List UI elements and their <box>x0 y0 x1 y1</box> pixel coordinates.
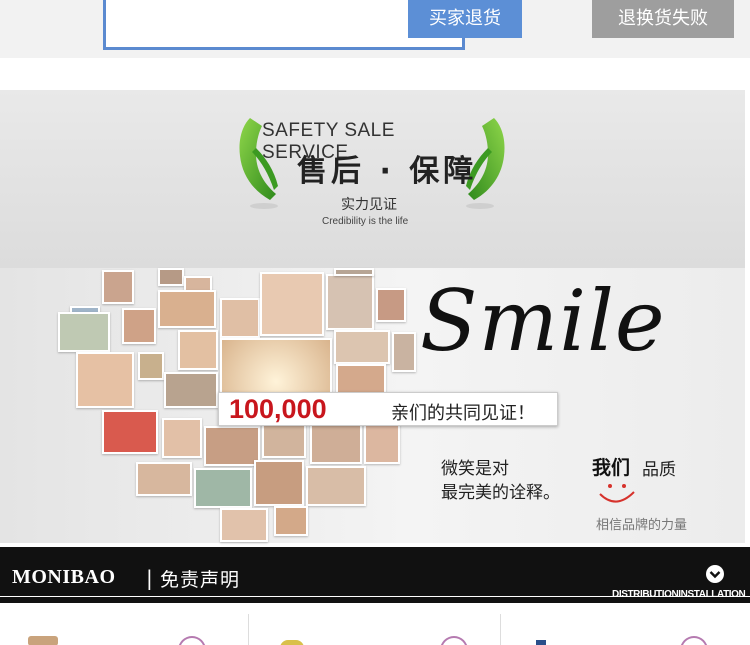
customer-photo <box>194 468 252 508</box>
badge-icon <box>178 636 206 645</box>
service-subtitle-cn: 实力见证 <box>341 197 397 213</box>
customer-photo <box>326 274 374 330</box>
customer-photo <box>76 352 134 408</box>
testimonial-count: 100,000 <box>229 394 327 424</box>
badge-icon <box>440 636 468 645</box>
customer-photo <box>334 268 374 276</box>
smile-script-word: Smile <box>420 272 666 370</box>
service-title-cn: 售后 · 保障 <box>297 154 478 189</box>
top-strip: 买家退货 退换货失败 <box>0 0 750 58</box>
service-subtitle-en: Credibility is the life <box>322 216 409 227</box>
bottom-thumbnails <box>0 606 750 645</box>
customer-photo <box>336 364 386 394</box>
customer-photo <box>274 506 308 536</box>
customer-photo <box>376 288 406 322</box>
customer-photo <box>136 462 192 496</box>
distribution-installation-label: DISTRIBUTIONINSTALLATION <box>612 589 746 600</box>
buyer-return-button[interactable]: 买家退货 <box>408 0 522 38</box>
customer-photo <box>392 332 416 372</box>
bar-divider <box>0 596 750 597</box>
thumbnail-image <box>280 640 304 645</box>
testimonial-count-text: 亲们的共同见证！ <box>391 403 535 424</box>
brand-name: MONIBAO <box>12 566 116 588</box>
divider <box>500 614 501 645</box>
customer-photo <box>102 410 158 454</box>
exchange-failed-button[interactable]: 退换货失败 <box>592 0 734 38</box>
badge-icon <box>680 636 708 645</box>
customer-photo <box>162 418 202 458</box>
customer-photo <box>158 290 216 328</box>
customer-photo <box>310 424 362 464</box>
customer-photo <box>122 308 156 344</box>
customer-photo <box>178 330 218 370</box>
customer-photo <box>220 298 260 338</box>
customer-photo <box>260 272 324 336</box>
smiley-icon <box>599 484 635 503</box>
service-banner: SAFETY SALE SERVICE 售后 · 保障 实力见证 Credibi… <box>0 90 745 268</box>
quality-slogan: 品质 <box>642 460 676 480</box>
disclaimer-title: 免责声明 <box>160 569 241 591</box>
customer-photo <box>364 424 400 464</box>
customer-photo <box>58 312 110 352</box>
customer-photo <box>306 466 366 506</box>
customer-photo <box>158 268 184 286</box>
customer-photo <box>220 338 332 394</box>
customer-photo <box>220 508 268 542</box>
disclaimer-header-bar: MONIBAO | 免责声明 DISTRIBUTIONINSTALLATION <box>0 547 750 603</box>
brand-power-text: 相信品牌的力量 <box>596 518 688 533</box>
testimonial-count-box: 100,000 亲们的共同见证！ <box>218 392 558 426</box>
smile-banner: Smile 100,000 亲们的共同见证！ 微笑是对 最完美的诠释。 我们 品… <box>0 268 745 543</box>
thumbnail-image <box>28 636 58 645</box>
customer-photo <box>254 460 304 506</box>
chevron-down-circle-icon <box>706 565 724 583</box>
customer-photo <box>164 372 218 408</box>
thumbnail-image <box>536 640 546 645</box>
divider <box>248 614 249 645</box>
smile-slogan-line2: 最完美的诠释。 <box>441 483 560 503</box>
customer-photo <box>204 426 260 466</box>
customer-photo <box>102 270 134 304</box>
title-separator: | <box>146 566 153 590</box>
customer-photo <box>262 424 306 458</box>
quality-slogan-bold: 我们 <box>592 457 631 479</box>
customer-photo <box>334 330 390 364</box>
smile-slogan-line1: 微笑是对 <box>441 459 509 479</box>
customer-photo <box>138 352 164 380</box>
